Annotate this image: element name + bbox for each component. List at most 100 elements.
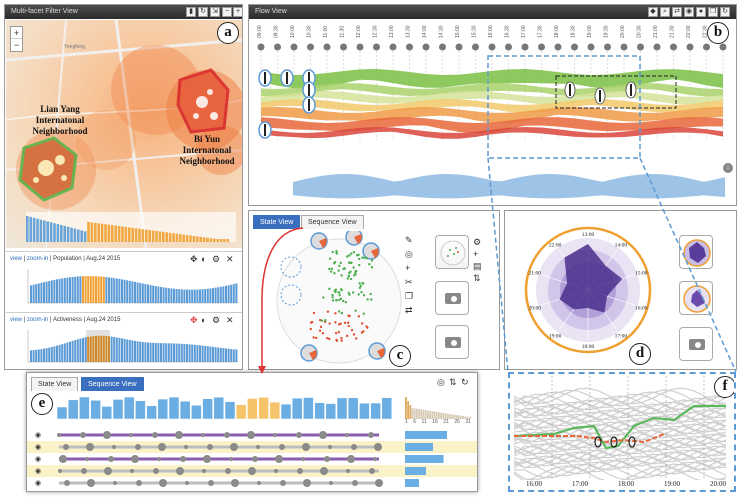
copy-icon[interactable]: ❐ bbox=[708, 7, 718, 17]
info-icon[interactable]: ◐ bbox=[201, 254, 206, 264]
time-node bbox=[521, 43, 529, 51]
length-bin bbox=[438, 412, 440, 419]
clock-label: 20:00 bbox=[528, 305, 541, 311]
bar-chart-icon[interactable]: ▮ bbox=[186, 7, 196, 17]
sort-icon[interactable]: ⇅ bbox=[449, 377, 457, 387]
close-icon[interactable]: ✕ bbox=[226, 254, 234, 264]
target-icon[interactable]: ◎ bbox=[405, 249, 413, 259]
histogram-bar bbox=[104, 224, 107, 242]
eye-icon[interactable]: ◉ bbox=[35, 455, 41, 463]
map-histogram-brush[interactable] bbox=[26, 212, 236, 242]
eye-icon[interactable]: ◉ bbox=[35, 431, 41, 439]
refresh-icon[interactable]: ↻ bbox=[720, 7, 730, 17]
clock-label: 15:00 bbox=[635, 271, 648, 277]
state-point bbox=[365, 257, 369, 260]
close-icon[interactable]: ✕ bbox=[226, 315, 234, 325]
swap-icon[interactable]: ⇄ bbox=[405, 305, 413, 315]
map-zoom-out-button[interactable]: − bbox=[11, 39, 22, 51]
swap-icon[interactable]: ⇄ bbox=[672, 7, 682, 17]
refresh-icon[interactable]: ↻ bbox=[198, 7, 208, 17]
map-zoom-in-button[interactable]: + bbox=[11, 27, 22, 39]
state-point bbox=[352, 251, 356, 254]
camera-icon bbox=[689, 339, 705, 350]
layers-icon[interactable]: ◉ bbox=[684, 7, 694, 17]
add-icon[interactable]: + bbox=[473, 249, 478, 259]
radar-thumb-glyph bbox=[683, 239, 711, 267]
snapshot-thumb-3[interactable] bbox=[435, 325, 469, 359]
facet-bar bbox=[152, 285, 155, 303]
facet-bar bbox=[71, 276, 74, 303]
histogram-bar bbox=[128, 227, 131, 242]
sequence-time-histogram[interactable] bbox=[57, 395, 397, 419]
facet-bar bbox=[139, 282, 142, 303]
settings-icon[interactable]: ⚙ bbox=[212, 254, 220, 264]
sequence-length-histogram[interactable] bbox=[405, 395, 471, 419]
facet-activeness-view-link[interactable]: view bbox=[10, 317, 22, 323]
facet-activeness-zoom-link[interactable]: zoom-in bbox=[27, 317, 48, 323]
search-icon[interactable]: ⌕ bbox=[660, 7, 670, 17]
tab-sequence-view[interactable]: Sequence View bbox=[301, 215, 364, 229]
copy-icon[interactable]: ❐ bbox=[405, 291, 413, 301]
histogram-bar bbox=[63, 225, 66, 242]
move-icon[interactable]: ✥ bbox=[190, 254, 198, 264]
flow-canvas[interactable]: 09:00 09:30 10:00 10:30 11:00 11:30 12:00 12:30… bbox=[253, 20, 733, 206]
length-bar bbox=[405, 479, 419, 487]
eye-icon[interactable]: ◉ bbox=[35, 467, 41, 475]
export-icon[interactable]: ⇲ bbox=[210, 7, 220, 17]
time-bin bbox=[135, 400, 146, 419]
histogram-bar bbox=[223, 239, 226, 242]
population-chart[interactable] bbox=[10, 267, 238, 309]
time-label: 17:30 bbox=[538, 25, 544, 38]
length-bin bbox=[420, 409, 423, 419]
sequence-row[interactable]: ◉ bbox=[27, 477, 477, 491]
state-point bbox=[326, 337, 329, 340]
time-label: 12:30 bbox=[373, 25, 379, 38]
activeness-chart[interactable] bbox=[10, 328, 238, 368]
info-icon[interactable]: ◐ bbox=[201, 315, 206, 325]
refresh-icon[interactable]: ↻ bbox=[461, 377, 469, 387]
facet-bar bbox=[79, 338, 82, 362]
time-node bbox=[356, 43, 364, 51]
facet-population-zoom-link[interactable]: zoom-in bbox=[27, 256, 48, 262]
snapshot-thumb-2[interactable] bbox=[435, 281, 469, 315]
time-bin bbox=[303, 397, 314, 419]
tab-sequence-view[interactable]: Sequence View bbox=[81, 377, 144, 391]
add-icon[interactable]: + bbox=[405, 263, 410, 273]
target-icon[interactable]: ◎ bbox=[437, 377, 445, 387]
state-point bbox=[339, 288, 343, 291]
minimize-icon[interactable]: − bbox=[222, 7, 232, 17]
cut-icon[interactable]: ✂ bbox=[405, 277, 413, 287]
pin-icon[interactable]: ● bbox=[696, 7, 706, 17]
settings-icon[interactable]: ⚙ bbox=[212, 315, 220, 325]
tag-icon[interactable]: ◆ bbox=[648, 7, 658, 17]
histogram-bar bbox=[117, 226, 121, 242]
tab-state-view[interactable]: State View bbox=[253, 215, 301, 229]
maximize-icon[interactable]: + bbox=[233, 7, 242, 17]
sort-icon[interactable]: ⇅ bbox=[473, 273, 481, 283]
facet-bar bbox=[160, 343, 162, 362]
brush-icon[interactable]: ✎ bbox=[405, 235, 413, 245]
radar-thumb-1[interactable] bbox=[679, 235, 713, 269]
trajectory-line-chart[interactable] bbox=[514, 376, 726, 480]
histogram-bar bbox=[148, 230, 151, 242]
facet-population-view-link[interactable]: view bbox=[10, 256, 22, 262]
move-icon-red[interactable]: ✥ bbox=[190, 315, 198, 325]
map-area[interactable]: + − Yongfeng Lian Yang Internatonal Neig… bbox=[6, 20, 242, 248]
facet-bar bbox=[230, 284, 233, 303]
radar-thumb-2[interactable] bbox=[679, 281, 713, 315]
eye-icon[interactable]: ◉ bbox=[35, 479, 41, 487]
zoom-control: + − bbox=[10, 26, 23, 52]
scroll-down-button[interactable]: ↓ bbox=[723, 163, 733, 173]
state-point bbox=[348, 261, 352, 265]
delete-icon[interactable]: ▤ bbox=[473, 261, 482, 271]
tab-state-view[interactable]: State View bbox=[31, 377, 79, 391]
histogram-bar bbox=[131, 227, 134, 242]
sequence-node bbox=[135, 444, 141, 450]
settings-icon[interactable]: ⚙ bbox=[473, 237, 481, 247]
length-bin bbox=[409, 405, 412, 419]
snapshot-thumb-1[interactable] bbox=[435, 235, 469, 269]
radar-thumb-3[interactable] bbox=[679, 327, 713, 361]
facet-bar bbox=[183, 343, 186, 362]
facet-bar bbox=[136, 341, 139, 362]
eye-icon[interactable]: ◉ bbox=[35, 443, 41, 451]
